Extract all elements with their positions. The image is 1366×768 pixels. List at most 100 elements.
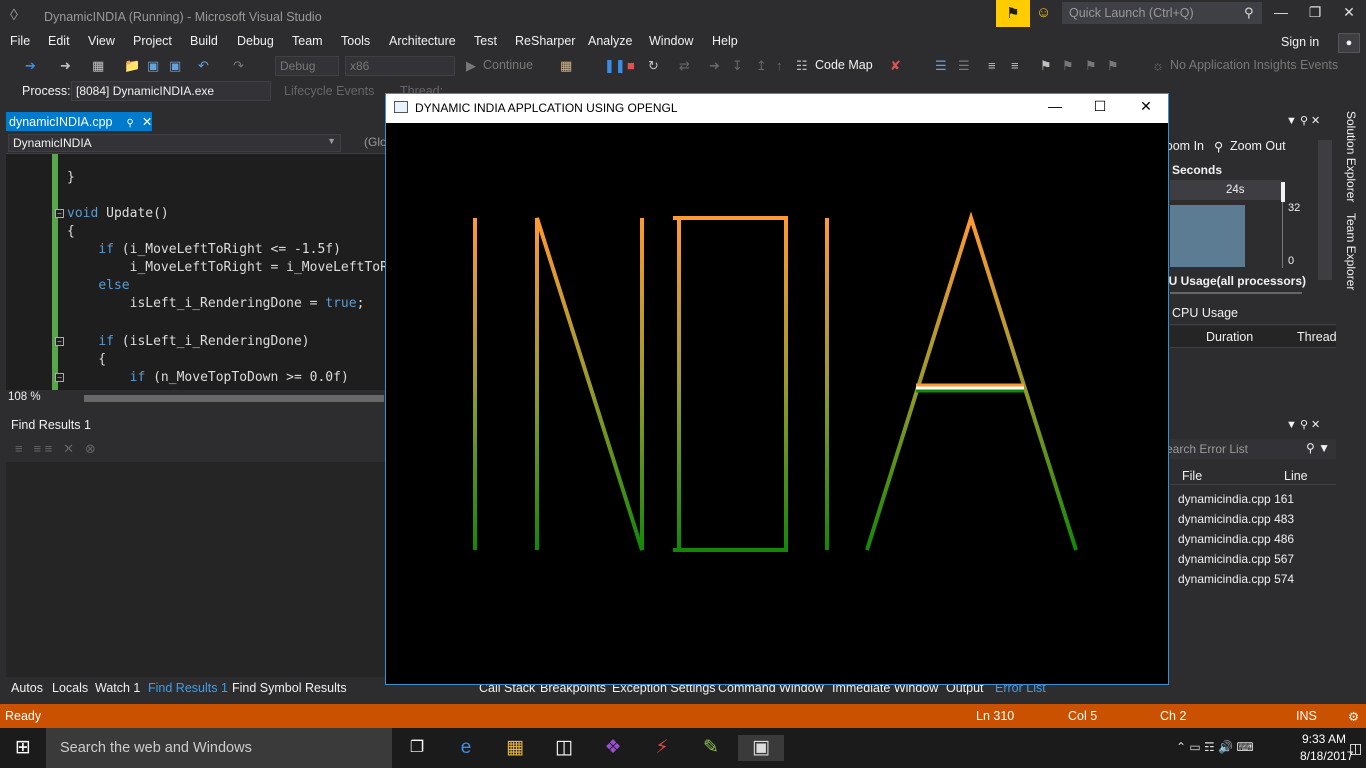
- scope-nav-select[interactable]: (Glo: [356, 134, 387, 152]
- menu-file[interactable]: File: [10, 34, 30, 48]
- task-view-icon[interactable]: ❐: [402, 735, 432, 761]
- panel-menu-icon[interactable]: ▼ ⚲ ✕: [1286, 114, 1320, 127]
- column-duration[interactable]: Duration: [1206, 330, 1253, 344]
- code-editor[interactable]: } − void Update() { if (i_MoveLeftToRigh…: [6, 154, 388, 390]
- uncomment-icon[interactable]: ≡: [1011, 58, 1019, 73]
- menu-resharper[interactable]: ReSharper: [515, 34, 575, 48]
- column-thread[interactable]: Thread: [1297, 330, 1337, 344]
- panel-menu-icon[interactable]: ▼ ⚲ ✕: [1286, 418, 1320, 431]
- process-select[interactable]: [8084] DynamicINDIA.exe: [71, 81, 271, 101]
- open-file-icon[interactable]: 📁: [124, 58, 140, 74]
- configuration-select[interactable]: Debug: [275, 56, 339, 76]
- undo-icon[interactable]: ↶: [198, 58, 209, 74]
- zoom-out-button[interactable]: Zoom Out: [1230, 139, 1286, 153]
- menu-window[interactable]: Window: [649, 34, 693, 48]
- horizontal-scrollbar[interactable]: [84, 395, 384, 402]
- visual-studio-icon[interactable]: ❖: [598, 735, 628, 761]
- notifications-icon[interactable]: ⚙: [1348, 709, 1359, 724]
- collapse-icon[interactable]: −: [55, 209, 64, 218]
- goto-icon[interactable]: ≡: [15, 441, 23, 456]
- step-over-icon[interactable]: ↧: [732, 58, 743, 74]
- opengl-app-taskbar-icon[interactable]: ▣: [738, 735, 784, 761]
- lifecycle-events[interactable]: Lifecycle Events: [284, 84, 374, 98]
- maximize-button[interactable]: ❐: [1300, 4, 1330, 26]
- table-row[interactable]: dynamicindia.cpp 486: [1178, 529, 1294, 549]
- comment-icon[interactable]: ≡: [988, 58, 996, 73]
- table-row[interactable]: dynamicindia.cpp 574: [1178, 569, 1294, 589]
- gl-close-button[interactable]: ✕: [1131, 98, 1161, 120]
- bookmark-clear-icon[interactable]: ⚑: [1107, 58, 1119, 74]
- menu-view[interactable]: View: [88, 34, 115, 48]
- step-into-icon[interactable]: ➜: [709, 58, 720, 74]
- quick-launch-input[interactable]: Quick Launch (Ctrl+Q): [1062, 2, 1262, 24]
- save-icon[interactable]: ▣: [147, 58, 159, 74]
- menu-architecture[interactable]: Architecture: [389, 34, 456, 48]
- gl-maximize-button[interactable]: ☐: [1085, 98, 1115, 120]
- breakpoints-icon[interactable]: ✘: [890, 58, 901, 74]
- feedback-smiley-icon[interactable]: ☺: [1036, 4, 1051, 21]
- zoom-level-select[interactable]: 108 %: [8, 391, 41, 403]
- vertical-scrollbar[interactable]: [1318, 140, 1332, 280]
- clock-date[interactable]: 8/18/2017: [1300, 749, 1353, 763]
- menu-build[interactable]: Build: [190, 34, 218, 48]
- timeline-cursor[interactable]: [1281, 182, 1285, 202]
- menu-team[interactable]: Team: [292, 34, 323, 48]
- format-icon-2[interactable]: ☰: [958, 58, 970, 74]
- close-button[interactable]: ✕: [1334, 4, 1364, 26]
- redo-icon[interactable]: ↷: [233, 58, 244, 74]
- bookmark-prev-icon[interactable]: ⚑: [1062, 58, 1074, 74]
- gl-minimize-button[interactable]: —: [1040, 98, 1070, 120]
- app-icon[interactable]: ⚡: [647, 735, 677, 761]
- continue-button[interactable]: Continue: [483, 58, 533, 72]
- save-all-icon[interactable]: ▣: [169, 58, 181, 74]
- file-explorer-icon[interactable]: ▦: [500, 735, 530, 761]
- process-icon[interactable]: ▦: [560, 58, 572, 74]
- find-results-list[interactable]: [6, 462, 386, 677]
- zoom-in-button[interactable]: Zoom In: [1164, 139, 1204, 153]
- collapse-icon[interactable]: −: [55, 337, 64, 346]
- menu-debug[interactable]: Debug: [237, 34, 274, 48]
- show-next-statement-icon[interactable]: ⇄: [679, 58, 690, 74]
- menu-project[interactable]: Project: [133, 34, 172, 48]
- pin-icon[interactable]: ⚲: [127, 118, 134, 129]
- tab-team-explorer[interactable]: Team Explorer: [1344, 213, 1358, 290]
- clock-time[interactable]: 9:33 AM: [1302, 732, 1346, 746]
- menu-analyze[interactable]: Analyze: [588, 34, 632, 48]
- taskbar-search-input[interactable]: Search the web and Windows: [46, 728, 392, 768]
- account-icon[interactable]: ●: [1338, 33, 1360, 53]
- column-line[interactable]: Line: [1284, 469, 1308, 483]
- bookmark-icon[interactable]: ⚑: [1040, 58, 1052, 74]
- new-project-icon[interactable]: ▦: [92, 58, 104, 74]
- menu-test[interactable]: Test: [474, 34, 497, 48]
- tab-autos[interactable]: Autos: [11, 681, 43, 695]
- action-center-icon[interactable]: ◫: [1349, 740, 1362, 757]
- tab-solution-explorer[interactable]: Solution Explorer: [1344, 111, 1358, 202]
- notepad-icon[interactable]: ✎: [696, 735, 726, 761]
- stop-icon[interactable]: ■: [627, 58, 635, 73]
- edge-browser-icon[interactable]: e: [451, 735, 481, 761]
- table-row[interactable]: dynamicindia.cpp 483: [1178, 509, 1294, 529]
- opengl-window[interactable]: DYNAMIC INDIA APPLCATION USING OPENGL — …: [385, 93, 1169, 685]
- column-file[interactable]: File: [1182, 469, 1202, 483]
- stop-search-icon[interactable]: ⊗: [85, 441, 96, 456]
- step-out-icon[interactable]: ↥: [756, 58, 767, 74]
- tab-locals[interactable]: Locals: [52, 681, 88, 695]
- minimize-button[interactable]: —: [1266, 4, 1296, 26]
- tab-cpu-usage[interactable]: CPU Usage: [1170, 301, 1336, 325]
- next-icon[interactable]: ≡: [45, 441, 53, 456]
- platform-select[interactable]: x86: [345, 56, 455, 76]
- tab-find-symbol-results[interactable]: Find Symbol Results: [232, 681, 347, 695]
- store-icon[interactable]: ◫: [549, 735, 579, 761]
- table-row[interactable]: dynamicindia.cpp 161: [1178, 489, 1294, 509]
- app-insights-events[interactable]: No Application Insights Events: [1170, 58, 1338, 72]
- windows-start-icon[interactable]: ⊞: [8, 735, 38, 761]
- step-back-icon[interactable]: ↑: [776, 58, 783, 73]
- menu-edit[interactable]: Edit: [48, 34, 70, 48]
- pause-icon[interactable]: ❚❚: [604, 58, 626, 74]
- project-nav-select[interactable]: DynamicINDIA ▼: [8, 134, 341, 152]
- tray-icons[interactable]: ⌃ ▭ ☶ 🔊 ⌨: [1176, 740, 1254, 754]
- notification-flag-icon[interactable]: ⚑: [996, 0, 1030, 27]
- close-tab-icon[interactable]: ✕: [142, 115, 152, 129]
- document-tab[interactable]: dynamicINDIA.cpp ⚲ ✕: [6, 112, 152, 131]
- table-row[interactable]: dynamicindia.cpp 567: [1178, 549, 1294, 569]
